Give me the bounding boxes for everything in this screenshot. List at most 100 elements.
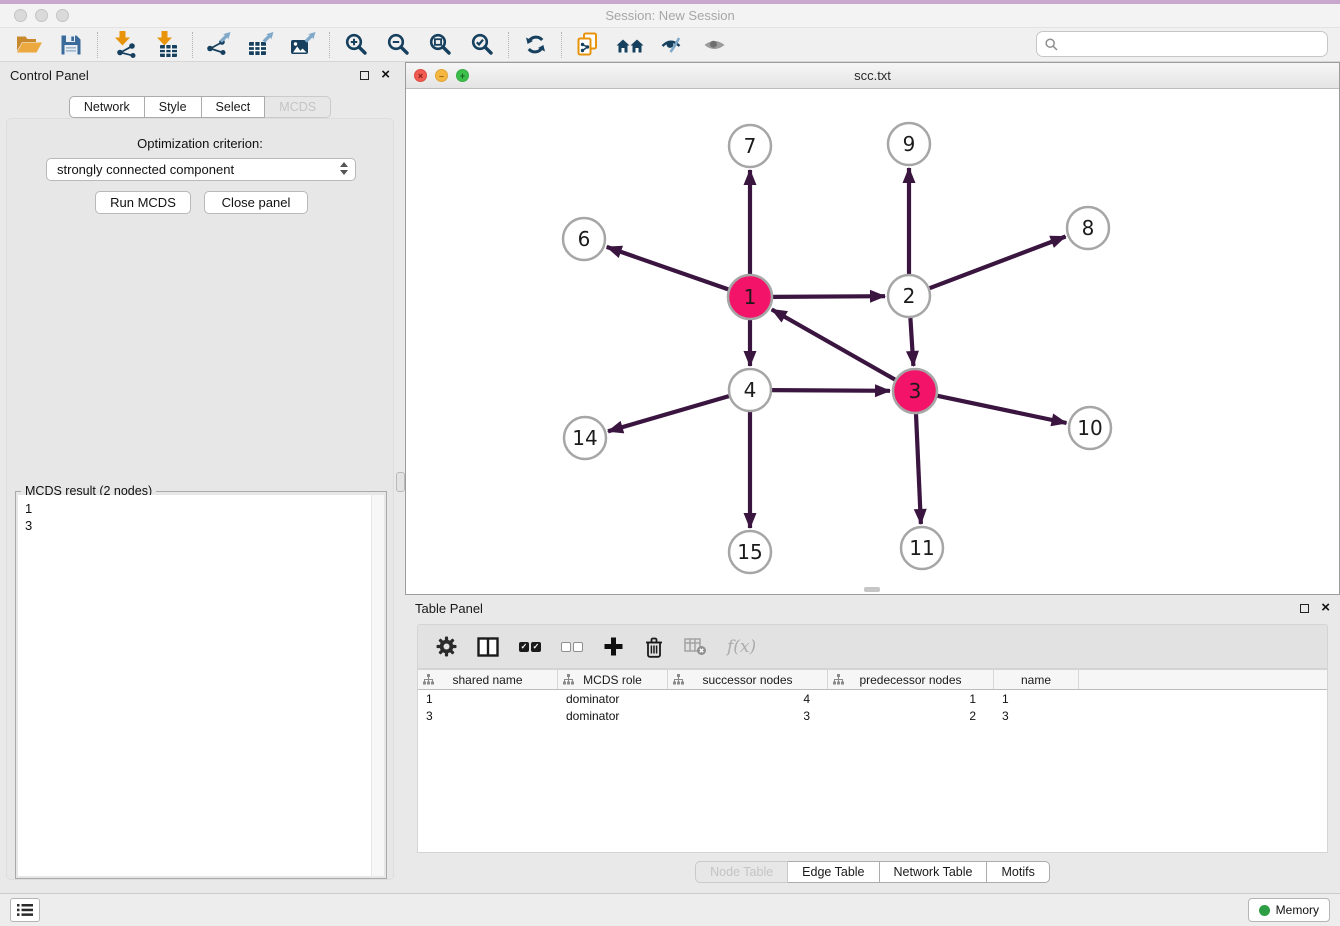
edge-3-1[interactable] [772, 309, 895, 379]
close-panel-button[interactable]: Close panel [204, 191, 308, 214]
tab-style[interactable]: Style [145, 96, 202, 118]
minimize-light[interactable] [35, 9, 48, 22]
node-10[interactable]: 10 [1069, 407, 1111, 449]
search-input[interactable] [1064, 37, 1319, 52]
mcds-result-area[interactable]: 1 3 [18, 495, 384, 876]
hide-unselected-icon[interactable] [651, 30, 693, 60]
table-header-row: shared nameMCDS rolesuccessor nodesprede… [418, 670, 1327, 690]
result-scrollbar[interactable] [371, 495, 384, 876]
table-options-gear-icon[interactable] [436, 636, 457, 657]
float-panel-icon[interactable] [360, 71, 369, 80]
tab-network[interactable]: Network [69, 96, 145, 118]
delete-column-icon[interactable] [684, 638, 707, 656]
close-panel-icon[interactable]: × [381, 70, 390, 80]
network-window-titlebar[interactable]: × – + scc.txt [406, 63, 1339, 89]
network-traffic-lights[interactable]: × – + [414, 69, 469, 82]
open-session-icon[interactable] [8, 30, 50, 60]
node-label: 15 [737, 540, 762, 564]
first-neighbors-icon[interactable] [609, 30, 651, 60]
close-light[interactable] [14, 9, 27, 22]
node-8[interactable]: 8 [1067, 207, 1109, 249]
node-2[interactable]: 2 [888, 275, 930, 317]
node-9[interactable]: 9 [888, 123, 930, 165]
table-tabs: Node TableEdge TableNetwork TableMotifs [405, 861, 1340, 883]
unchecked-box-icon [573, 642, 583, 652]
table-row[interactable]: 1dominator411 [418, 690, 1327, 707]
edge-3-11[interactable] [916, 414, 921, 524]
network-graph[interactable]: 7 9 6 8 1 2 4 3 14 10 15 11 [406, 89, 1339, 594]
edge-1-2[interactable] [773, 296, 885, 297]
column-header-mcds-role[interactable]: MCDS role [558, 670, 668, 689]
apply-layout-icon[interactable] [514, 30, 556, 60]
memory-label: Memory [1276, 903, 1319, 917]
criterion-dropdown[interactable]: strongly connected component [46, 158, 356, 181]
zoom-light[interactable] [56, 9, 69, 22]
add-icon[interactable] [603, 636, 624, 657]
task-history-button[interactable] [10, 898, 40, 922]
node-3[interactable]: 3 [893, 369, 937, 413]
cell-predecessor-nodes: 1 [828, 692, 994, 706]
delete-icon[interactable] [644, 636, 664, 658]
function-builder-icon[interactable]: f(x) [727, 637, 756, 657]
window-traffic-lights[interactable] [14, 9, 69, 22]
close-panel-icon[interactable]: × [1321, 603, 1330, 613]
table-row[interactable]: 3dominator323 [418, 707, 1327, 724]
column-view-icon[interactable] [477, 637, 499, 657]
select-all-icon[interactable]: ✓ ✓ [519, 642, 541, 652]
table-panel-title: Table Panel [415, 601, 483, 616]
canvas-scrollbar[interactable] [864, 587, 880, 592]
run-mcds-button[interactable]: Run MCDS [95, 191, 191, 214]
column-header-predecessor-nodes[interactable]: predecessor nodes [828, 670, 994, 689]
import-table-icon[interactable] [145, 30, 187, 60]
node-7[interactable]: 7 [729, 125, 771, 167]
window-title: Session: New Session [0, 4, 1340, 27]
search-box[interactable] [1036, 31, 1328, 57]
export-table-icon[interactable] [240, 30, 282, 60]
edge-2-8[interactable] [930, 237, 1066, 289]
zoom-light[interactable]: + [456, 69, 469, 82]
splitter-grip[interactable] [396, 472, 405, 492]
node-14[interactable]: 14 [564, 417, 606, 459]
node-label: 4 [744, 378, 757, 402]
tab-mcds[interactable]: MCDS [265, 96, 331, 118]
import-network-icon[interactable] [103, 30, 145, 60]
new-network-from-selection-icon[interactable] [567, 30, 609, 60]
node-table[interactable]: shared nameMCDS rolesuccessor nodesprede… [417, 669, 1328, 853]
edge-4-3[interactable] [772, 390, 890, 391]
statusbar: Memory [0, 893, 1340, 926]
zoom-in-icon[interactable] [335, 30, 377, 60]
tab-motifs[interactable]: Motifs [987, 861, 1049, 883]
column-header-name[interactable]: name [994, 670, 1079, 689]
tab-edge-table[interactable]: Edge Table [788, 861, 879, 883]
edge-3-10[interactable] [938, 396, 1067, 423]
tab-network-table[interactable]: Network Table [880, 861, 988, 883]
node-label: 11 [909, 536, 934, 560]
toolbar-separator [561, 32, 562, 58]
export-network-icon[interactable] [198, 30, 240, 60]
deselect-all-icon[interactable] [561, 642, 583, 652]
node-1[interactable]: 1 [728, 275, 772, 319]
checked-box-icon: ✓ [519, 642, 529, 652]
close-light[interactable]: × [414, 69, 427, 82]
save-session-icon[interactable] [50, 30, 92, 60]
edge-2-3[interactable] [910, 318, 913, 366]
show-all-icon[interactable] [693, 30, 735, 60]
zoom-out-icon[interactable] [377, 30, 419, 60]
tab-node-table[interactable]: Node Table [695, 861, 788, 883]
node-4[interactable]: 4 [729, 369, 771, 411]
minimize-light[interactable]: – [435, 69, 448, 82]
memory-button[interactable]: Memory [1248, 898, 1330, 922]
column-header-shared-name[interactable]: shared name [418, 670, 558, 689]
export-image-icon[interactable] [282, 30, 324, 60]
node-15[interactable]: 15 [729, 531, 771, 573]
edge-4-14[interactable] [608, 396, 729, 431]
zoom-fit-icon[interactable] [419, 30, 461, 60]
tab-select[interactable]: Select [202, 96, 266, 118]
node-6[interactable]: 6 [563, 218, 605, 260]
node-11[interactable]: 11 [901, 527, 943, 569]
edge-1-6[interactable] [607, 247, 729, 290]
column-header-successor-nodes[interactable]: successor nodes [668, 670, 828, 689]
zoom-selected-icon[interactable] [461, 30, 503, 60]
node-label: 8 [1082, 216, 1095, 240]
float-panel-icon[interactable] [1300, 604, 1309, 613]
